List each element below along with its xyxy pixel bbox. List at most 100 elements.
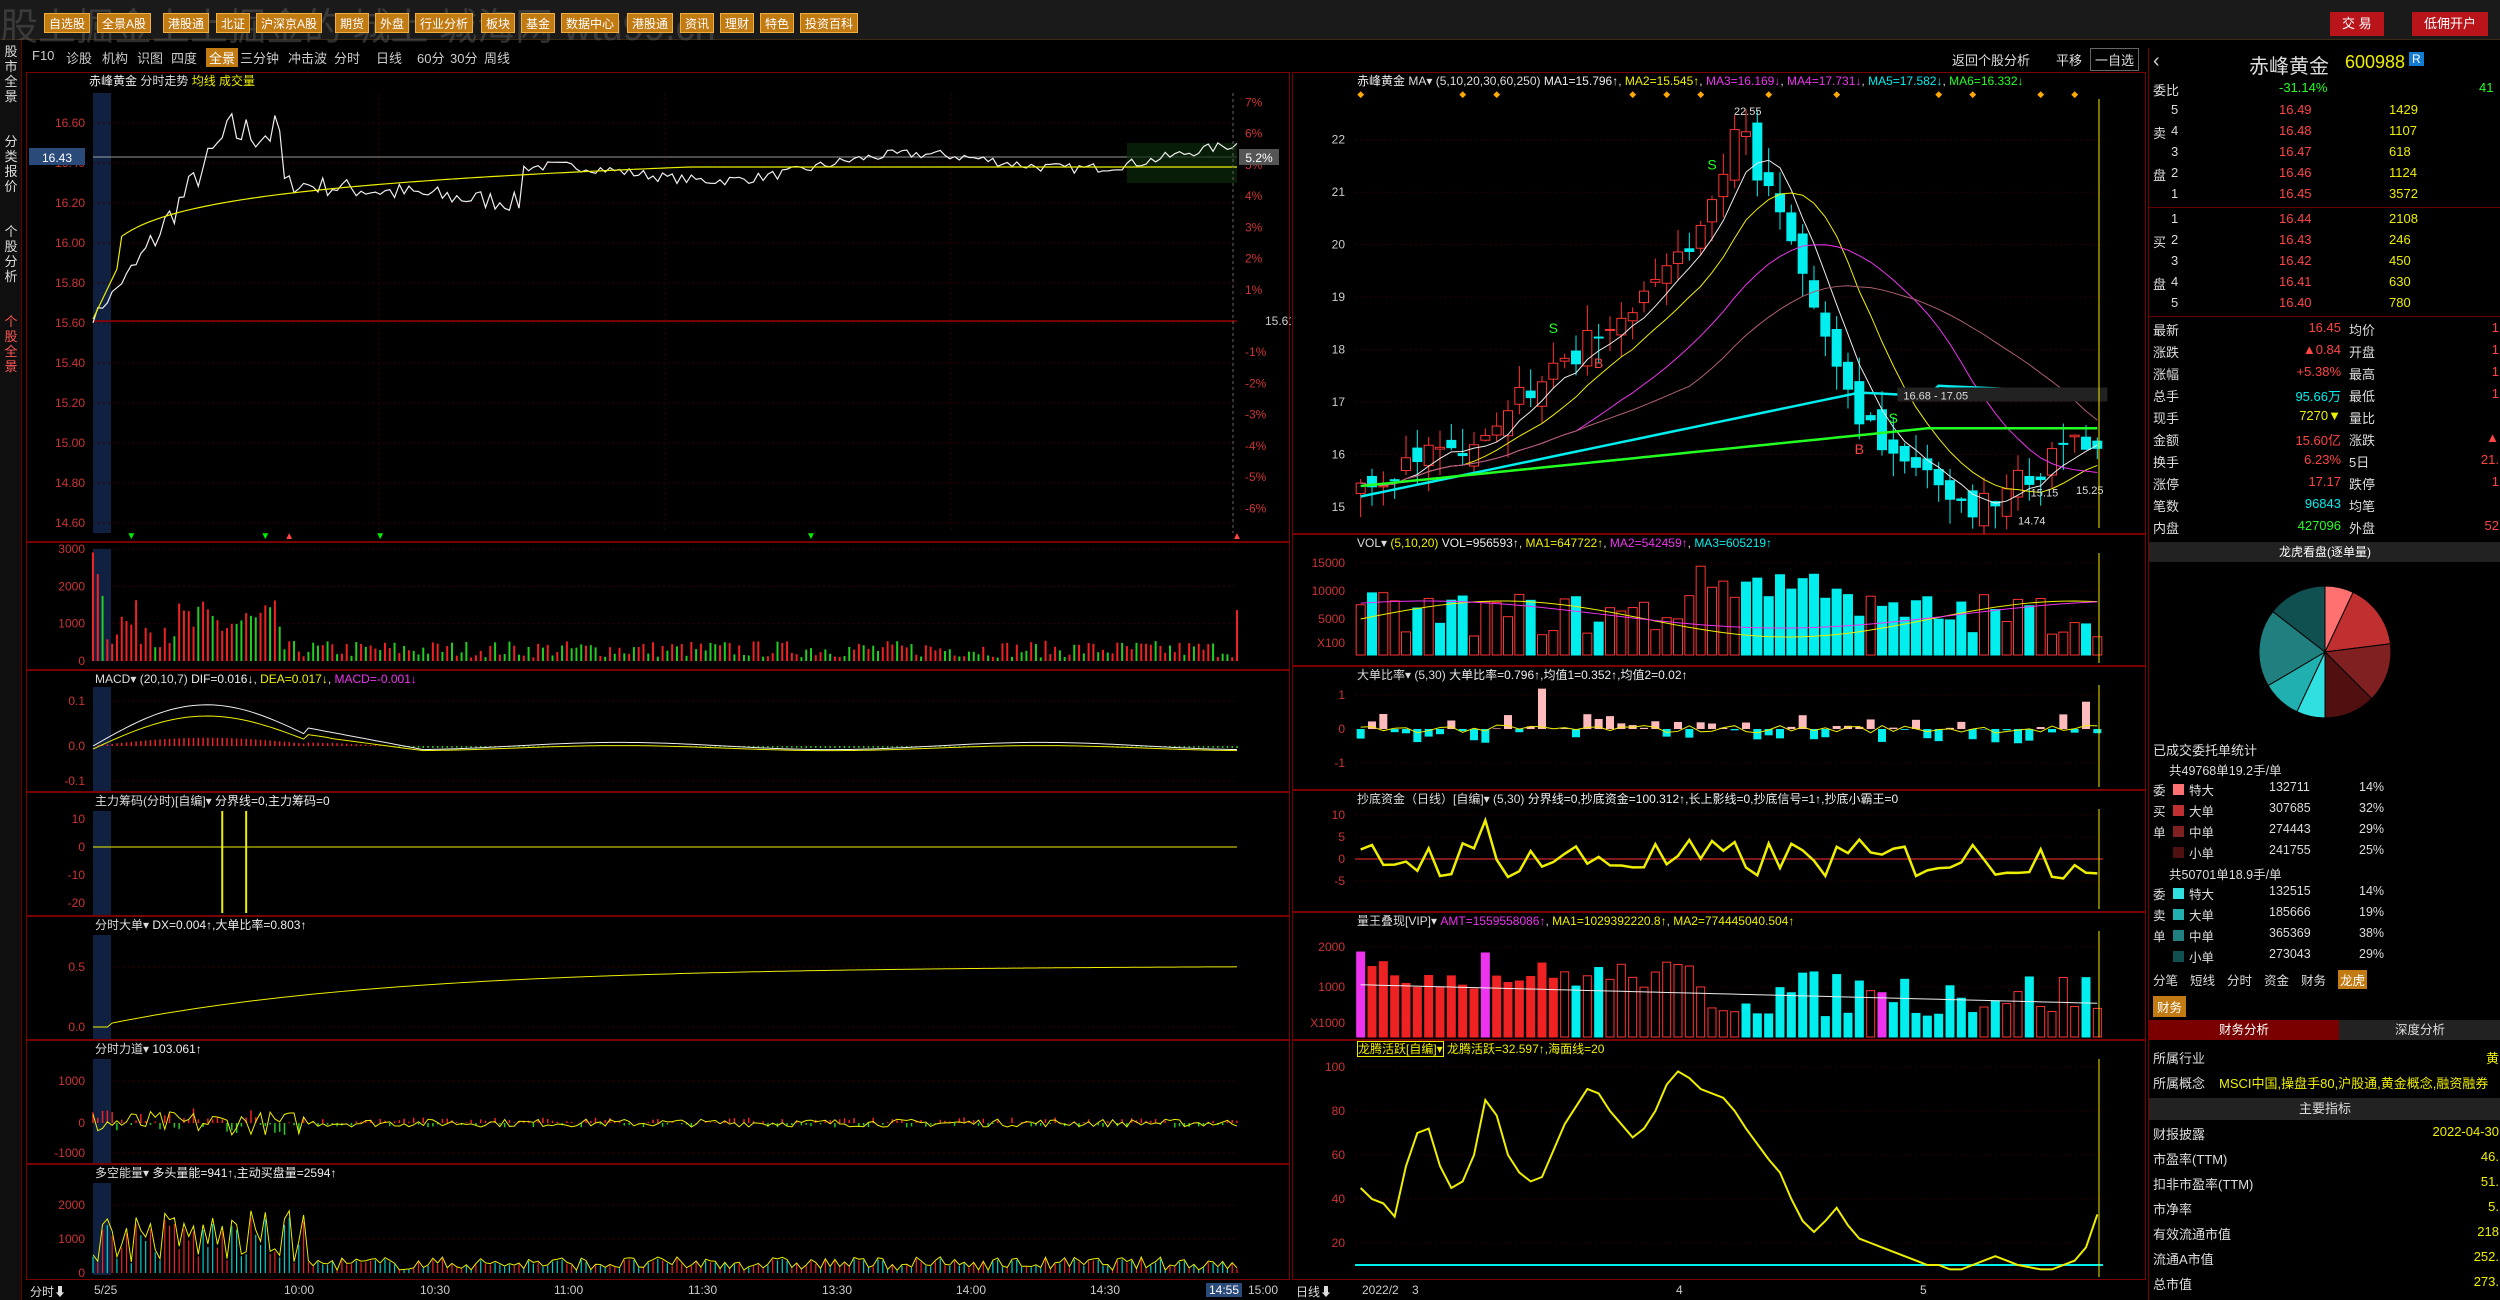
top-button-6[interactable]: 外盘 (375, 13, 410, 33)
quote-tab-1[interactable]: 短线 (2190, 970, 2215, 989)
toolbar-item-2[interactable]: 机构 (102, 48, 128, 67)
chip-tick-label: -20 (68, 896, 86, 910)
kvol-bar (1877, 605, 1887, 656)
sidebar-item-stock-analysis[interactable]: 个股分析 (1, 224, 21, 284)
stat-row: 总手 95.66万 最低 1 (2149, 386, 2500, 406)
top-button-0[interactable]: 自选股 (44, 13, 91, 33)
top-button-15[interactable]: 投资百科 (800, 13, 859, 33)
kline-panel[interactable]: 赤峰黄金 MA▾ (5,10,20,30,60,250) MA1=15.796↑… (1292, 72, 2146, 535)
toolbar-return[interactable]: 返回个股分析 (1952, 50, 2030, 69)
king-bar (1696, 986, 1706, 1038)
time-tick-label: 5/25 (94, 1283, 118, 1297)
sidebar-item-market[interactable]: 股市全景 (1, 44, 21, 104)
intraday-volume-panel: 3000 2000 1000 0 (26, 542, 1290, 670)
big-order-line (93, 966, 1238, 1028)
quote-tab-0[interactable]: 分笔 (2153, 970, 2178, 989)
sell-level: 4 (2171, 123, 2179, 138)
toolbar-item-1[interactable]: 诊股 (66, 48, 92, 67)
kvol-bar (2081, 623, 2091, 656)
candle-body (1933, 469, 1944, 486)
toolbar-item-6[interactable]: 三分钟 (240, 48, 279, 67)
top-button-11[interactable]: 港股通 (627, 13, 674, 33)
toolbar-watchlist[interactable]: 一自选 (2090, 48, 2140, 71)
top-button-12[interactable]: 资讯 (680, 13, 715, 33)
ratio-bar (1787, 726, 1796, 729)
stat-label-2: 涨跌 (2349, 433, 2376, 448)
price-tick-label: 14.80 (55, 476, 85, 490)
stat-label: 涨幅 (2153, 367, 2180, 382)
toolbar-item-3[interactable]: 识图 (137, 48, 163, 67)
sidebar-item-stock-panorama[interactable]: 个股全景 (1, 314, 21, 374)
top-button-3[interactable]: 北证 (216, 13, 251, 33)
sell-volume: 618 (2389, 144, 2411, 159)
force-tick-label: -1000 (54, 1146, 85, 1160)
top-button-13[interactable]: 理财 (720, 13, 755, 33)
deal-swatch (2173, 826, 2184, 837)
fin-key: 流通A市值 (2153, 1252, 2214, 1267)
top-button-10[interactable]: 数据中心 (561, 13, 620, 33)
kvol-bar (1979, 594, 1989, 656)
time-mode-button[interactable]: 分时⬇ (30, 1283, 66, 1300)
toolbar-item-11[interactable]: 30分 (450, 48, 477, 67)
quote-tab-5[interactable]: 龙虎 (2338, 970, 2368, 989)
deal-volume: 185666 (2269, 905, 2311, 919)
price-tick-label: 16.00 (55, 236, 85, 250)
ratio-bar (2048, 729, 2056, 733)
toolbar-item-7[interactable]: 冲击波 (288, 48, 327, 67)
bigratio-chart: 1 0 -1 (1334, 685, 2103, 787)
fin-row: 市盈率(TTM) 46. (2149, 1149, 2500, 1171)
top-button-4[interactable]: 沪深京A股 (256, 13, 323, 33)
top-button-5[interactable]: 期货 (335, 13, 370, 33)
intraday-price-panel[interactable]: 赤峰黄金 分时走势 均线 成交量 16.6016.4016.2016.0015.… (26, 72, 1291, 542)
buy-volume: 2108 (2389, 211, 2418, 226)
kvol-bar (1809, 573, 1819, 656)
vol-tick-label: 1000 (58, 617, 85, 631)
quote-stock-name: 赤峰黄金 (2249, 56, 2329, 78)
stat-label-2: 最低 (2349, 389, 2376, 404)
king-bar (1854, 980, 1864, 1038)
quote-tab-2[interactable]: 分时 (2227, 970, 2252, 989)
buy-level: 4 (2171, 274, 2179, 289)
macd-tick-label: 0.0 (68, 739, 85, 753)
fin-analysis-tab[interactable]: 财务分析 (2149, 1020, 2339, 1040)
toolbar-item-10[interactable]: 60分 (417, 48, 444, 67)
toolbar-item-0[interactable]: F10 (32, 48, 54, 63)
deal-type: 大单 (2189, 909, 2215, 923)
open-account-button[interactable]: 低佣开户 (2412, 12, 2489, 36)
deal-side-label: 买 (2153, 805, 2166, 819)
fin-tab[interactable]: 财务 (2153, 996, 2187, 1017)
toolbar-item-9[interactable]: 日线 (376, 48, 402, 67)
quote-tab-4[interactable]: 财务 (2301, 970, 2326, 989)
toolbar-item-12[interactable]: 周线 (484, 48, 510, 67)
ratio-bar (2059, 714, 2068, 729)
kline-mode-button[interactable]: 日线⬇ (1296, 1283, 1332, 1300)
top-button-8[interactable]: 板块 (481, 13, 516, 33)
quote-tab-3[interactable]: 资金 (2264, 970, 2289, 989)
quote-back-icon[interactable]: ‹ (2153, 50, 2160, 73)
toolbar-pan[interactable]: 平移 (2056, 50, 2082, 69)
top-button-1[interactable]: 全景A股 (97, 13, 152, 33)
signal-marker: ▲ (284, 531, 294, 542)
top-button-9[interactable]: 基金 (521, 13, 556, 33)
sell-volume: 1124 (2389, 165, 2417, 180)
trade-button[interactable]: 交 易 (2330, 12, 2384, 36)
toolbar-item-8[interactable]: 分时 (334, 48, 360, 67)
sell-row: 1 16.45 3572 (2149, 186, 2500, 206)
sell-price: 16.47 (2279, 144, 2312, 159)
panel-tick-label: 10000 (1312, 584, 1346, 598)
energy-chart: 2000 1000 0 (58, 1183, 1238, 1280)
candle-body (1423, 444, 1434, 467)
top-button-14[interactable]: 特色 (760, 13, 795, 33)
kvol-bar (1707, 586, 1717, 656)
toolbar-item-4[interactable]: 四度 (171, 48, 197, 67)
deal-side-label: 卖 (2153, 909, 2166, 923)
sidebar-item-quotes[interactable]: 分类报价 (1, 134, 21, 194)
time-tick-label: 11:30 (688, 1283, 718, 1297)
top-button-7[interactable]: 行业分析 (415, 13, 474, 33)
toolbar-item-5[interactable]: 全景 (206, 48, 239, 67)
stat-row: 涨停 17.17 跌停 1 (2149, 474, 2500, 494)
deep-analysis-tab[interactable]: 深度分析 (2339, 1020, 2500, 1040)
king-bar (2047, 1010, 2057, 1038)
top-button-2[interactable]: 港股通 (163, 13, 210, 33)
intraday-chip-panel: 主力筹码(分时)[自编]▾ 分界线=0,主力筹码=0 10 0 -10 -20 (26, 792, 1290, 916)
